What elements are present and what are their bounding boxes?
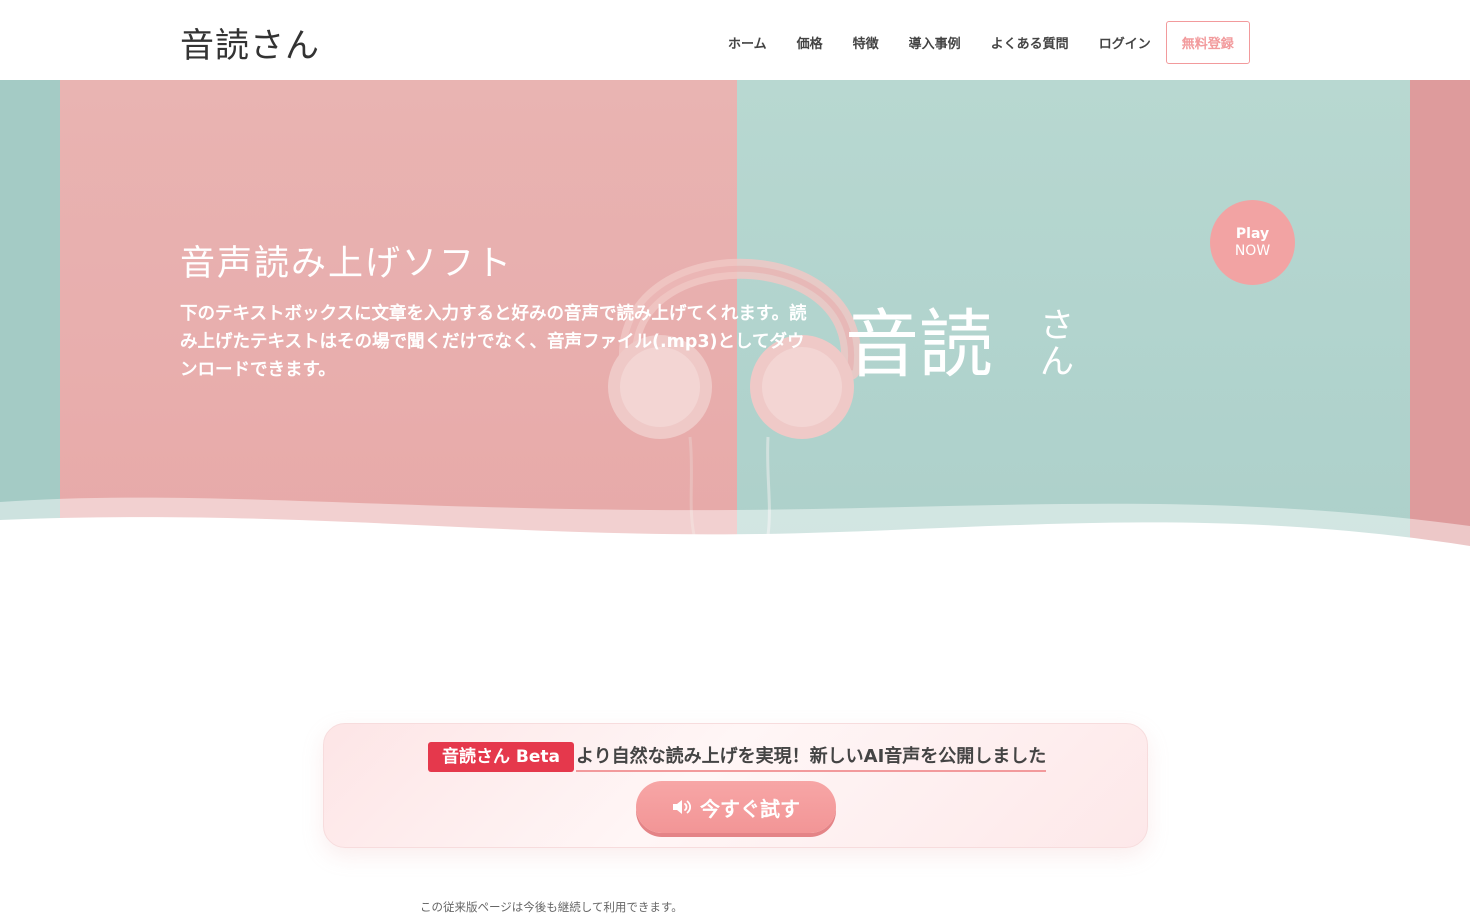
- hero-wave-divider: [0, 497, 1470, 550]
- play-label: Play: [1235, 225, 1270, 242]
- nav-login[interactable]: ログイン: [1099, 33, 1151, 52]
- now-label: NOW: [1234, 242, 1271, 259]
- nav-case-studies[interactable]: 導入事例: [909, 33, 961, 52]
- nav-faq[interactable]: よくある質問: [991, 33, 1069, 52]
- hero-brand-large: 音読: [845, 302, 993, 388]
- signup-button[interactable]: 無料登録: [1165, 20, 1250, 64]
- announcement-card: 音読さん Beta より自然な読み上げを実現！新しいAI音声を公開しました 今す…: [323, 723, 1148, 848]
- nav-home[interactable]: ホーム: [728, 33, 767, 52]
- hero-section: 音声読み上げソフト 下のテキストボックスに文章を入力すると好みの音声で読み上げて…: [0, 80, 1470, 550]
- announcement-link[interactable]: より自然な読み上げを実現！新しいAI音声を公開しました: [576, 744, 1047, 772]
- site-header: 音読さん ホーム 価格 特徴 導入事例 よくある質問 ログイン 無料登録: [0, 0, 1470, 80]
- legacy-page-note: この従来版ページは今後も継続して利用できます。: [420, 900, 683, 914]
- try-now-label: 今すぐ試す: [700, 796, 800, 821]
- speaker-icon: [673, 800, 692, 814]
- site-logo[interactable]: 音読さん: [180, 18, 320, 67]
- nav-pricing[interactable]: 価格: [797, 33, 823, 52]
- beta-badge: 音読さん Beta: [428, 742, 575, 772]
- try-now-button[interactable]: 今すぐ試す: [636, 781, 836, 833]
- hero-title: 音声読み上げソフト: [180, 244, 514, 284]
- hero-brand-small: さん: [1040, 306, 1074, 382]
- main-nav: ホーム 価格 特徴 導入事例 よくある質問 ログイン 無料登録: [713, 20, 1250, 64]
- hero-description: 下のテキストボックスに文章を入力すると好みの音声で読み上げてくれます。読み上げた…: [180, 304, 807, 380]
- nav-features[interactable]: 特徴: [853, 33, 879, 52]
- play-now-button[interactable]: Play NOW: [1210, 200, 1295, 285]
